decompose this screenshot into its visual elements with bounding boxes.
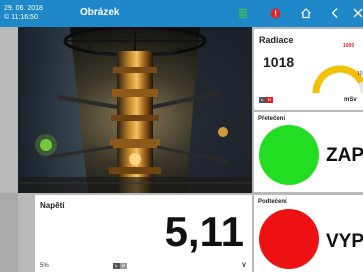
left-sidebar-strip (0, 193, 18, 272)
page-title: Obrázek (80, 7, 120, 18)
header-bar: 29. 06. 2018 © 11:16:50 Obrázek (0, 0, 363, 27)
napeti-value: 5,11 (164, 208, 244, 255)
radiace-value: 1018 (263, 54, 295, 70)
podteceni-indicator (259, 209, 319, 269)
radiace-panel[interactable]: Radiace 1018 1000 10 mSv L H (254, 29, 363, 110)
radiace-unit: mSv (344, 97, 357, 103)
napeti-limit-flags: L H (113, 263, 127, 269)
napeti-panel[interactable]: Napětí 5,11 5% L H V (35, 195, 252, 272)
preteceni-indicator (259, 125, 319, 185)
preteceni-title: Přetečení (258, 116, 286, 122)
radiace-title: Radiace (259, 35, 294, 45)
gauge-tick-label: 10 (357, 71, 363, 77)
flag-l: L (259, 97, 266, 103)
flag-l: L (113, 263, 120, 269)
date-text: 29. 06. 2018 (4, 5, 43, 12)
home-icon[interactable] (299, 6, 313, 20)
date-time: 29. 06. 2018 © 11:16:50 (4, 4, 43, 22)
gauge-max-label: 1000 (343, 43, 355, 49)
napeti-percent: 5% (40, 263, 49, 269)
time-text: © 11:16:50 (4, 14, 38, 21)
flag-h: H (120, 263, 127, 269)
alert-icon[interactable] (268, 6, 282, 20)
image-viewer[interactable] (18, 27, 252, 193)
preteceni-panel[interactable]: Přetečení ZAP (254, 112, 363, 192)
podteceni-title: Podtečení (258, 199, 287, 205)
back-icon[interactable] (328, 6, 342, 20)
gauge-fill (312, 65, 363, 94)
podteceni-panel[interactable]: Podtečení VYP (254, 195, 363, 272)
signal-bars-icon (236, 6, 250, 20)
podteceni-state: VYP (326, 231, 363, 252)
radiace-limit-flags: L H (259, 97, 273, 103)
flag-h: H (266, 97, 273, 103)
close-icon[interactable] (351, 6, 363, 20)
napeti-unit: V (241, 263, 246, 269)
industrial-tower-image (18, 27, 252, 193)
preteceni-state: ZAP (326, 145, 363, 166)
napeti-title: Napětí (40, 201, 65, 210)
